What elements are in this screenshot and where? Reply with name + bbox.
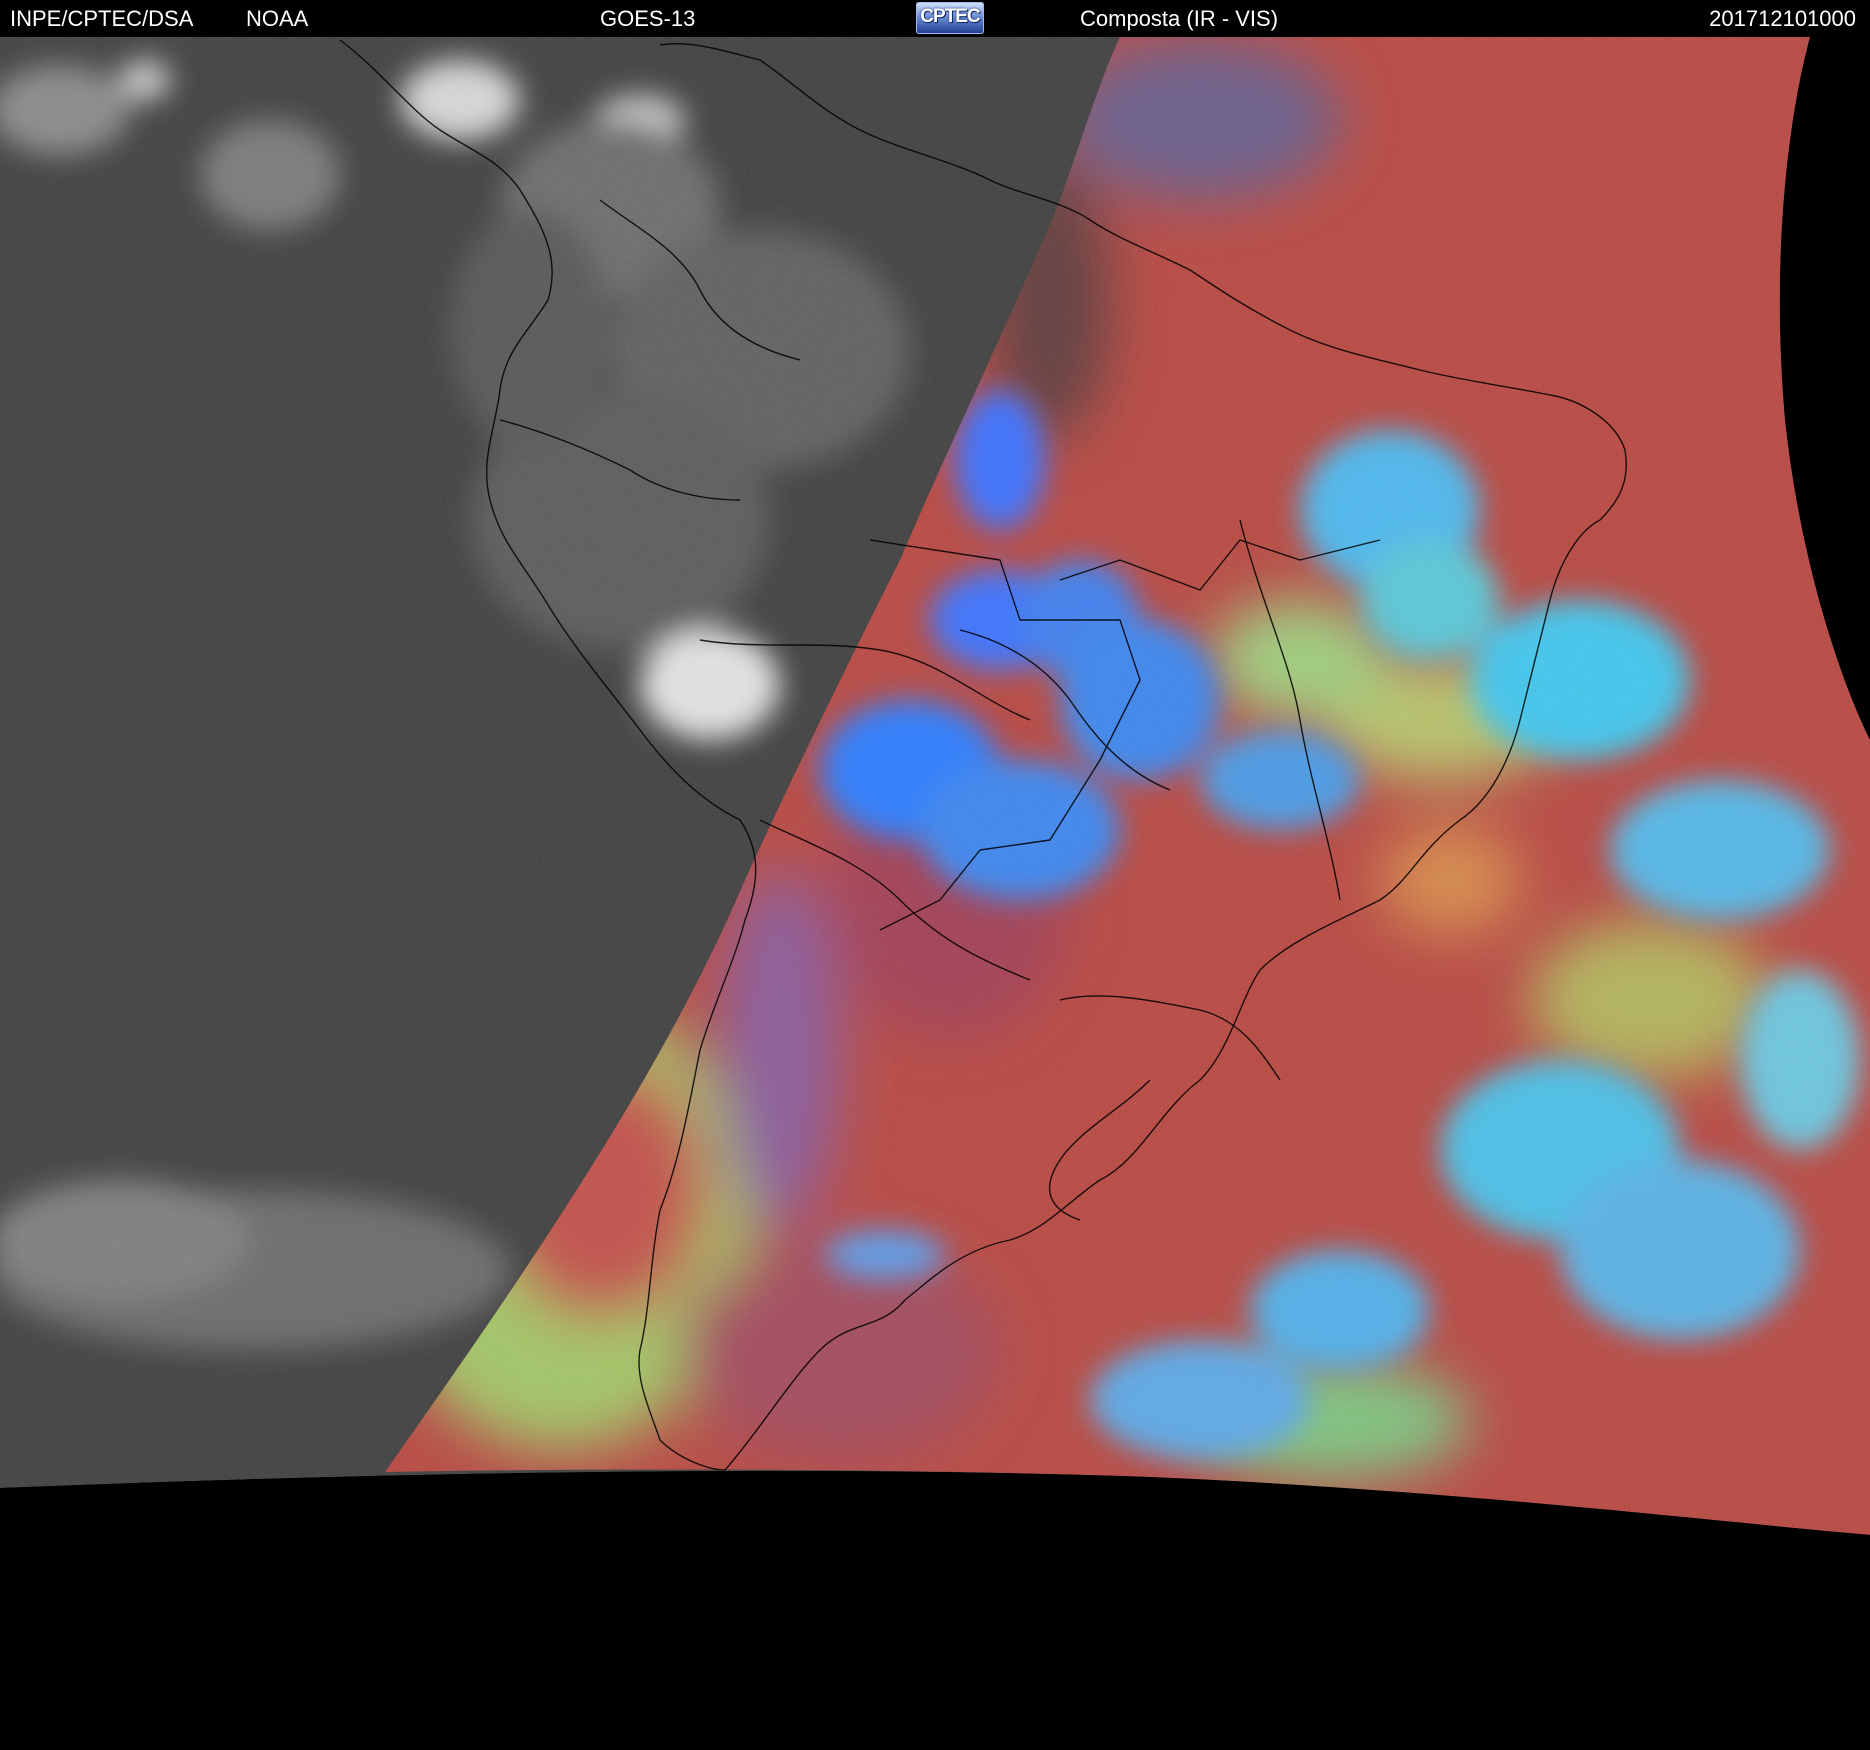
- satellite-image-frame: INPE/CPTEC/DSA NOAA GOES-13 CPTEC Compos…: [0, 0, 1870, 1750]
- satellite-label: GOES-13: [600, 6, 696, 31]
- image-header-bar: INPE/CPTEC/DSA NOAA GOES-13 CPTEC Compos…: [0, 0, 1870, 37]
- cptec-logo-text: CPTEC: [920, 6, 980, 27]
- timestamp-label: 201712101000: [1709, 6, 1856, 31]
- agency-label: NOAA: [246, 6, 309, 31]
- composite-satellite-map: [0, 37, 1870, 1750]
- space-background: [0, 1470, 1870, 1750]
- product-label: Composta (IR - VIS): [1080, 6, 1279, 31]
- cptec-logo: CPTEC: [916, 2, 984, 34]
- source-label: INPE/CPTEC/DSA: [10, 6, 194, 31]
